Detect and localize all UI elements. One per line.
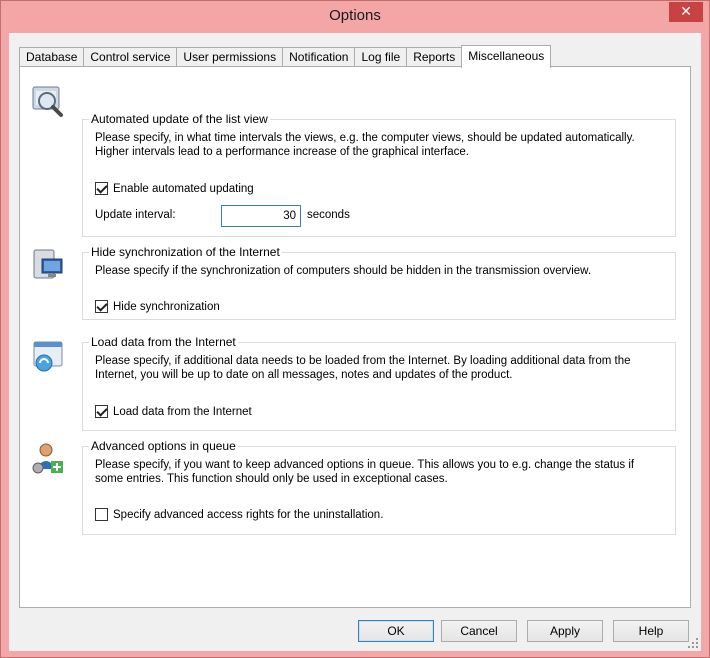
checkbox-label: Specify advanced access rights for the u… — [113, 508, 384, 521]
close-button[interactable]: ✕ — [669, 2, 703, 22]
update-interval-input[interactable] — [221, 205, 301, 227]
group-description: Please specify, if additional data needs… — [95, 355, 631, 381]
internet-download-icon — [30, 339, 66, 375]
tab-notification[interactable]: Notification — [282, 47, 356, 67]
enable-automated-updating-checkbox[interactable]: Enable automated updating — [95, 182, 254, 195]
cancel-button[interactable]: Cancel — [441, 620, 517, 642]
group-description: Please specify if the synchronization of… — [95, 265, 592, 277]
checkbox-label: Load data from the Internet — [113, 405, 252, 418]
checkbox-box[interactable] — [95, 182, 108, 195]
group-title: Hide synchronization of the Internet — [89, 245, 282, 259]
magnifier-refresh-icon — [30, 83, 66, 119]
computer-sync-icon — [30, 247, 66, 283]
title-bar[interactable]: Options ✕ — [1, 1, 709, 33]
group-hide-synchronization: Hide synchronization of the Internet Ple… — [82, 245, 676, 320]
dialog-client-area: Database Control service User permission… — [9, 33, 701, 651]
apply-button[interactable]: Apply — [527, 620, 603, 642]
group-title: Load data from the Internet — [89, 335, 238, 349]
group-automated-update: Automated update of the list view Please… — [82, 112, 676, 237]
user-gear-add-icon — [30, 441, 66, 477]
checkbox-box[interactable] — [95, 300, 108, 313]
checkbox-box[interactable] — [95, 405, 108, 418]
update-interval-row: Update interval: seconds — [95, 205, 515, 227]
miscellaneous-tab-page: Automated update of the list view Please… — [19, 66, 691, 608]
tab-strip: Database Control service User permission… — [19, 45, 552, 68]
tab-miscellaneous[interactable]: Miscellaneous — [461, 45, 552, 68]
tab-log-file[interactable]: Log file — [354, 47, 408, 67]
window-title: Options — [329, 7, 381, 24]
group-load-data: Load data from the Internet Please speci… — [82, 335, 676, 431]
help-button[interactable]: Help — [613, 620, 689, 642]
resize-grip-icon[interactable] — [687, 637, 699, 649]
tab-database[interactable]: Database — [19, 47, 85, 67]
group-description: Please specify, in what time intervals t… — [95, 132, 635, 158]
tab-user-permissions[interactable]: User permissions — [176, 47, 284, 67]
checkbox-label: Hide synchronization — [113, 300, 220, 313]
ok-button[interactable]: OK — [358, 620, 434, 642]
hide-synchronization-checkbox[interactable]: Hide synchronization — [95, 300, 220, 313]
group-advanced-options: Advanced options in queue Please specify… — [82, 439, 676, 535]
group-title: Advanced options in queue — [89, 439, 238, 453]
load-data-checkbox[interactable]: Load data from the Internet — [95, 405, 252, 418]
checkbox-label: Enable automated updating — [113, 182, 254, 195]
options-window: Options ✕ Database Control service User … — [0, 0, 710, 658]
tab-control-service[interactable]: Control service — [83, 47, 178, 67]
update-interval-unit: seconds — [307, 209, 350, 221]
checkbox-box[interactable] — [95, 508, 108, 521]
tab-reports[interactable]: Reports — [406, 47, 463, 67]
advanced-access-rights-checkbox[interactable]: Specify advanced access rights for the u… — [95, 508, 383, 521]
group-title: Automated update of the list view — [89, 112, 270, 126]
group-description: Please specify, if you want to keep adva… — [95, 459, 635, 485]
update-interval-label: Update interval: — [95, 209, 176, 221]
